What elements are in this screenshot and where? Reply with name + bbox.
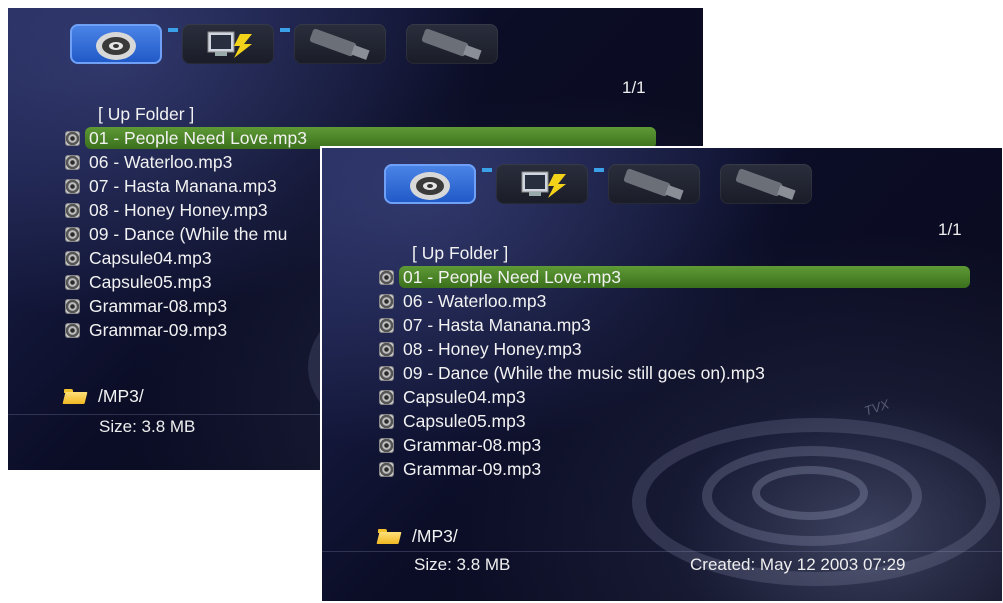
current-path: /MP3/ bbox=[378, 526, 458, 547]
network-pc-icon bbox=[521, 171, 566, 198]
music-file-icon bbox=[66, 251, 79, 265]
network-pc-icon bbox=[207, 31, 252, 58]
list-item[interactable]: Grammar-08.mp3 bbox=[380, 433, 970, 457]
list-item[interactable]: Capsule05.mp3 bbox=[380, 409, 970, 433]
list-item[interactable]: Grammar-09.mp3 bbox=[380, 457, 970, 481]
source-tabs bbox=[384, 164, 812, 204]
up-folder-label: [ Up Folder ] bbox=[98, 103, 195, 124]
file-size: Size: 3.8 MB bbox=[414, 555, 511, 574]
usb-icon bbox=[623, 168, 684, 200]
music-file-icon bbox=[66, 227, 79, 241]
path-text: /MP3/ bbox=[98, 386, 144, 406]
file-browser-screen-front: TVX 1/1 [Up Folder] 01 - People Need L… bbox=[322, 148, 1002, 601]
file-size: Size: 3.8 MB bbox=[99, 417, 196, 436]
list-item[interactable]: 01 - People Need Love.mp3 bbox=[66, 126, 656, 150]
list-item[interactable]: Capsule04.mp3 bbox=[380, 385, 970, 409]
folder-icon bbox=[64, 389, 86, 404]
disc-icon bbox=[96, 32, 136, 60]
tab-disc[interactable] bbox=[70, 24, 178, 64]
folder-icon bbox=[378, 529, 400, 544]
current-path: /MP3/ bbox=[64, 386, 144, 407]
tab-usb-2[interactable] bbox=[406, 24, 498, 64]
music-file-icon bbox=[380, 294, 393, 308]
music-file-icon bbox=[66, 323, 79, 337]
list-item[interactable]: 08 - Honey Honey.mp3 bbox=[380, 337, 970, 361]
tab-network[interactable] bbox=[182, 24, 290, 64]
tab-usb-1[interactable] bbox=[294, 24, 386, 64]
usb-icon bbox=[735, 168, 796, 200]
page-indicator: 1/1 bbox=[938, 220, 962, 239]
music-file-icon bbox=[380, 318, 393, 332]
divider bbox=[322, 551, 1002, 552]
music-file-icon bbox=[380, 270, 393, 284]
tab-usb-1[interactable] bbox=[608, 164, 700, 204]
tab-usb-2[interactable] bbox=[720, 164, 812, 204]
tab-disc[interactable] bbox=[384, 164, 492, 204]
music-file-icon bbox=[66, 299, 79, 313]
file-list: [ Up Folder ] 01 - People Need Love.mp3 … bbox=[380, 241, 970, 481]
music-file-icon bbox=[66, 155, 79, 169]
music-file-icon bbox=[380, 342, 393, 356]
tab-network[interactable] bbox=[496, 164, 604, 204]
source-tabs bbox=[70, 24, 498, 64]
path-text: /MP3/ bbox=[412, 526, 458, 546]
music-file-icon bbox=[66, 131, 79, 145]
music-file-icon bbox=[66, 275, 79, 289]
page-indicator: 1/1 bbox=[622, 78, 646, 97]
usb-icon bbox=[309, 28, 370, 60]
music-file-icon bbox=[380, 366, 393, 380]
list-item[interactable]: 06 - Waterloo.mp3 bbox=[380, 289, 970, 313]
music-file-icon bbox=[66, 203, 79, 217]
up-folder-item[interactable]: [ Up Folder ] bbox=[380, 241, 970, 265]
up-folder-item[interactable]: [ Up Folder ] bbox=[66, 102, 656, 126]
list-item[interactable]: 01 - People Need Love.mp3 bbox=[380, 265, 970, 289]
created-date: Created: May 12 2003 07:29 bbox=[690, 555, 906, 574]
disc-icon bbox=[410, 172, 450, 200]
list-item[interactable]: 07 - Hasta Manana.mp3 bbox=[380, 313, 970, 337]
up-folder-label: [ Up Folder ] bbox=[412, 242, 509, 263]
music-file-icon bbox=[380, 390, 393, 404]
music-file-icon bbox=[380, 414, 393, 428]
music-file-icon bbox=[66, 179, 79, 193]
music-file-icon bbox=[380, 438, 393, 452]
music-file-icon bbox=[380, 462, 393, 476]
usb-icon bbox=[421, 28, 482, 60]
list-item[interactable]: 09 - Dance (While the music still goes o… bbox=[380, 361, 970, 385]
